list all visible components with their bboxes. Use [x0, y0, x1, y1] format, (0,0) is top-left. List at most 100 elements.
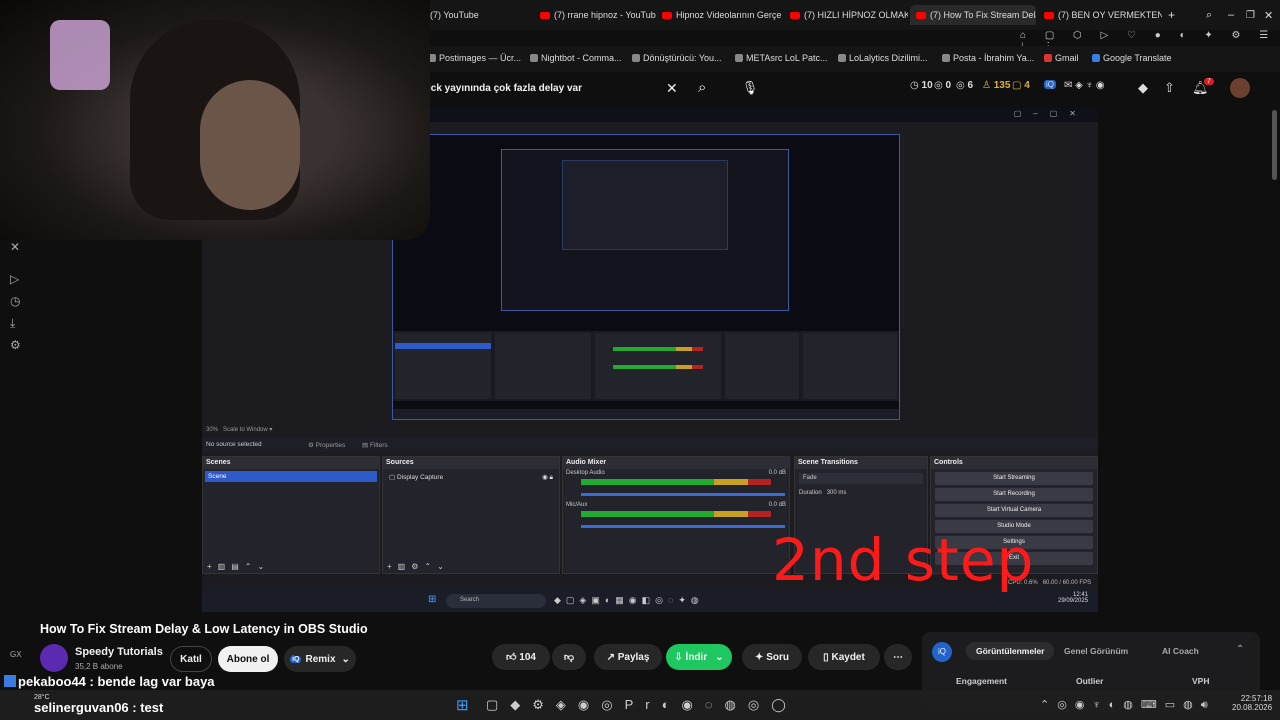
visibility-lock-icons[interactable]: ◉ 🔒︎ [542, 473, 553, 482]
clear-search-icon[interactable]: ✕ [666, 80, 678, 97]
youtube-icon [540, 12, 550, 19]
start-recording-button[interactable]: Start Recording [935, 488, 1093, 501]
start-streaming-button[interactable]: Start Streaming [935, 472, 1093, 485]
windows-taskbar: 28°C ⊞ ▢◆⚙◈◉◎Pr◐◉◌◍◎◯ ⌃◎◉♆◐◍⌨▭◍🔊︎ 22:57:… [0, 690, 1280, 720]
controls-title: Controls [931, 457, 1097, 469]
taskbar-apps[interactable]: ▢◆⚙◈◉◎Pr◐◉◌◍◎◯ [486, 697, 798, 713]
join-button[interactable]: Katıl [170, 646, 212, 672]
mic-label: Mic/Aux0.0 dB [563, 496, 789, 509]
bookmark-postimages[interactable]: Postimages — Ücr... [428, 53, 521, 63]
tab-views[interactable]: Görüntülenmeler [966, 642, 1054, 660]
toolbar-icons[interactable]: ✉ ◈ ♆ ◉ [1064, 80, 1105, 91]
download-button[interactable]: ⇩ İndir⌄ [666, 644, 732, 670]
bookmark-nightbot[interactable]: Nightbot - Comma... [530, 53, 622, 63]
tab-hipnoz-videolari[interactable]: Hipnoz Videolarının Gerçe [656, 5, 784, 25]
properties-button[interactable]: ⚙ Properties [308, 441, 345, 449]
youtube-search-box[interactable]: ick yayınında çok fazla delay var ✕ ⌕ [420, 74, 720, 104]
bookmark-posta[interactable]: Posta - İbrahim Ya... [942, 53, 1034, 63]
x-icon[interactable]: ✕ [10, 240, 20, 254]
download-icon[interactable]: ⤓ [10, 316, 15, 331]
scenes-panel: Scenes Scene +▥▤⌃⌄ [202, 456, 380, 574]
history-icon[interactable]: ◷ [10, 294, 20, 308]
bookmark-icon [530, 54, 538, 62]
share-icon: ↗ [607, 652, 615, 663]
transition-select[interactable]: Fade [799, 473, 923, 484]
tab-how-to-fix[interactable]: (7) How To Fix Stream Dela [910, 5, 1036, 25]
ask-button[interactable]: ✦ Soru [742, 644, 802, 670]
more-actions-button[interactable]: ⋯ [884, 644, 912, 670]
mic-slider[interactable] [581, 525, 785, 528]
share-button[interactable]: ↗ Paylaş [594, 644, 662, 670]
chat-badge-icon [4, 675, 16, 687]
obs-clock: 12:4129/09/2025 [1058, 592, 1088, 604]
tab-ben-oy[interactable]: (7) BEN OY VERMEKTEN V [1038, 5, 1162, 25]
bookmark-metasrc[interactable]: METAsrc LoL Patc... [735, 53, 828, 63]
nested-docks [393, 331, 899, 401]
header-stats: ◷ 10 ◎ 0 ◎ 6 ♙ 135 ▢ 4 iQ ✉ ◈ ♆ ◉ ◆ ⇧ 🔔︎… [908, 80, 1268, 100]
settings-icon[interactable]: ⚙ [10, 338, 21, 352]
create-icon[interactable]: ◆ [1138, 80, 1148, 96]
like-button[interactable]: 👍︎ 104 [492, 644, 550, 670]
channel-avatar[interactable] [40, 644, 68, 672]
bookmark-donusturucu[interactable]: Dönüştürücü: You... [632, 53, 722, 63]
extension-toolbar[interactable]: ⌂ ▢ ⬡ ▷ ♡ ● ◐ ✦ ⚙ ☰ ⤓ ⋮ [1020, 30, 1280, 46]
search-icon[interactable]: ⌕ [698, 79, 706, 96]
gx-label: GX [10, 650, 22, 659]
notification-badge: 7 [1204, 78, 1214, 85]
tray-icons[interactable]: ⌃◎◉♆◐◍⌨▭◍🔊︎ [1040, 698, 1216, 712]
tab-hizli-hipnoz[interactable]: (7) HIZLI HİPNOZ OLMAK [784, 5, 908, 25]
webcam-overlay [0, 0, 430, 240]
save-button[interactable]: ▯ Kaydet [808, 644, 880, 670]
filters-button[interactable]: ▤ Filters [362, 441, 388, 449]
bookmark-google-translate[interactable]: Google Translate [1092, 53, 1172, 63]
system-clock: 22:57:1820.08.2026 [1232, 694, 1272, 712]
sources-panel: Sources ▢ Display Capture◉ 🔒︎ +▥⚙⌃⌄ [382, 456, 560, 574]
upload-icon[interactable]: ⇧ [1164, 80, 1175, 96]
youtube-icon [662, 12, 672, 19]
taskbar-search: Search [446, 594, 546, 608]
new-tab-button[interactable]: + [1162, 5, 1180, 25]
bookmark-icon [735, 54, 743, 62]
duration-row[interactable]: Duration 300 ms [795, 488, 927, 498]
close-window-icon[interactable]: ✕ [1258, 5, 1279, 25]
tab-overview[interactable]: Genel Görünüm [1064, 646, 1128, 656]
nested-taskbar [393, 409, 899, 419]
remix-button[interactable]: iQRemix⌄ [284, 646, 356, 672]
stat-c: ◎ 6 [956, 80, 973, 91]
source-item[interactable]: ▢ Display Capture◉ 🔒︎ [383, 469, 559, 485]
subscribe-button[interactable]: Abone ol [218, 646, 278, 672]
search-input[interactable]: ick yayınında çok fazla delay var [428, 83, 582, 94]
tab-rrane-hipnoz[interactable]: (7) rrane hipnoz - YouTube [534, 5, 656, 25]
scene-item[interactable]: Scene [205, 471, 377, 482]
vidiq-icon[interactable]: iQ [1044, 80, 1056, 89]
play-icon[interactable]: ▷ [10, 272, 19, 286]
bookmark-lolalytics[interactable]: LoLalytics Dizilimi... [838, 53, 928, 63]
stat-a: ◷ 10 [910, 80, 933, 91]
stat-e: ▢ 4 [1012, 80, 1030, 91]
chevron-down-icon: ⌄ [342, 654, 350, 665]
channel-name[interactable]: Speedy Tutorials [75, 646, 163, 658]
bookmark-icon [632, 54, 640, 62]
bookmark-gmail[interactable]: Gmail [1044, 53, 1079, 63]
search-tabs-icon[interactable]: ⌕ [1200, 5, 1218, 25]
sources-toolbar[interactable]: +▥⚙⌃⌄ [387, 562, 450, 571]
start-icon[interactable]: ⊞ [456, 696, 469, 714]
minimize-icon[interactable]: – [1222, 5, 1240, 25]
start-virtual-camera-button[interactable]: Start Virtual Camera [935, 504, 1093, 517]
subscriber-count: 35,2 B abone [75, 662, 123, 671]
collapse-icon[interactable]: ⌃ [1236, 644, 1244, 655]
scenes-toolbar[interactable]: +▥▤⌃⌄ [207, 562, 270, 571]
dislike-button[interactable]: 👎︎ [552, 644, 586, 670]
vidiq-logo: iQ [932, 642, 952, 662]
bookmark-icon [942, 54, 950, 62]
page-scrollbar[interactable] [1272, 110, 1277, 180]
tab-ai-coach[interactable]: AI Coach [1162, 646, 1199, 656]
person-face [200, 80, 300, 210]
download-icon: ⇩ [674, 652, 682, 663]
gmail-icon [1044, 54, 1052, 62]
obs-zoom[interactable]: 30% Scale to Window ▾ [206, 426, 272, 433]
obs-preview [392, 134, 900, 420]
microphone-icon[interactable]: 🎙 [740, 80, 760, 100]
windows-icon: ⊞ [428, 594, 436, 605]
avatar[interactable] [1230, 78, 1250, 98]
